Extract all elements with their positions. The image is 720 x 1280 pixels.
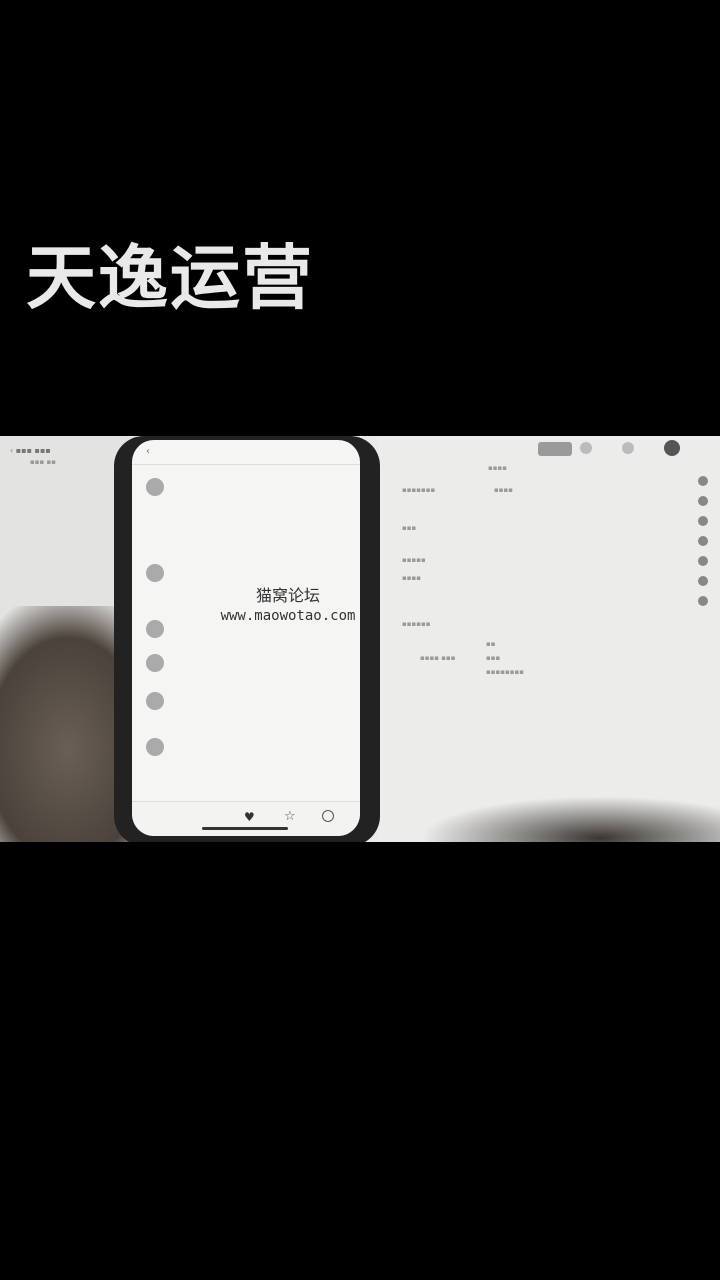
watermark: 猫窝论坛 www.maowotao.com	[198, 582, 378, 624]
avatar-icon[interactable]	[146, 620, 164, 638]
avatar-icon[interactable]	[146, 564, 164, 582]
sidebar-icon[interactable]	[698, 556, 708, 566]
sidebar-icon[interactable]	[698, 496, 708, 506]
phone-screen: ‹ ♥ ☆	[132, 440, 360, 836]
avatar-icon[interactable]	[146, 654, 164, 672]
doc-line: ▪▪▪▪	[402, 574, 421, 582]
comment-item[interactable]	[146, 736, 356, 776]
video-frame: ‹ ▪▪▪ ▪▪▪ ▪▪▪ ▪▪ ▪▪▪▪ ▪▪▪▪▪▪▪ ▪▪▪▪ ▪▪▪ ▪…	[0, 436, 720, 842]
doc-line: ▪▪▪	[402, 524, 417, 532]
heart-icon[interactable]: ♥	[244, 810, 255, 824]
doc-line: ▪▪▪▪	[488, 464, 507, 472]
monitor-tab-sub: ▪▪▪ ▪▪	[30, 458, 56, 466]
watermark-url: www.maowotao.com	[220, 608, 356, 624]
comment-item[interactable]	[146, 690, 356, 730]
overlay-title: 天逸运营	[26, 237, 314, 319]
avatar-icon[interactable]	[146, 738, 164, 756]
comment-icon[interactable]	[322, 810, 334, 822]
watermark-text: 猫窝论坛	[255, 586, 320, 605]
sidebar-icon[interactable]	[698, 536, 708, 546]
toolbar-icon[interactable]	[622, 442, 634, 454]
doc-line: ▪▪▪▪ ▪▪▪	[420, 654, 456, 662]
doc-line: ▪▪▪▪▪▪	[402, 620, 431, 628]
sidebar-icon[interactable]	[698, 516, 708, 526]
doc-line: ▪▪▪▪	[494, 486, 513, 494]
toolbar-chip[interactable]	[538, 442, 572, 456]
phone-topbar: ‹	[132, 440, 360, 465]
avatar-icon[interactable]	[664, 440, 680, 456]
avatar-icon[interactable]	[146, 692, 164, 710]
comment-item[interactable]	[146, 652, 356, 692]
doc-line: ▪▪▪▪▪▪▪	[402, 486, 436, 494]
doc-line: ▪▪▪▪▪▪▪▪	[486, 668, 524, 676]
phone-bottombar: ♥ ☆	[132, 801, 360, 836]
doc-line: ▪▪▪▪▪	[402, 556, 426, 564]
home-indicator	[202, 827, 288, 830]
hand-image	[420, 796, 720, 842]
doc-line: ▪▪	[486, 640, 496, 648]
sidebar-icon[interactable]	[698, 476, 708, 486]
doc-line: ▪▪▪	[486, 654, 501, 662]
monitor-tab-label: ‹ ▪▪▪ ▪▪▪	[10, 446, 51, 455]
sidebar-icon[interactable]	[698, 576, 708, 586]
avatar-icon[interactable]	[146, 478, 164, 496]
star-icon[interactable]: ☆	[284, 809, 296, 824]
sidebar-icon[interactable]	[698, 596, 708, 606]
toolbar-icon[interactable]	[580, 442, 592, 454]
monitor-right-panel: ▪▪▪▪ ▪▪▪▪▪▪▪ ▪▪▪▪ ▪▪▪ ▪▪▪▪▪ ▪▪▪▪ ▪▪ ▪▪▪▪ …	[378, 436, 720, 842]
back-icon[interactable]: ‹	[146, 446, 150, 457]
comment-item[interactable]	[146, 476, 356, 516]
monitor-sidebar	[694, 466, 712, 616]
